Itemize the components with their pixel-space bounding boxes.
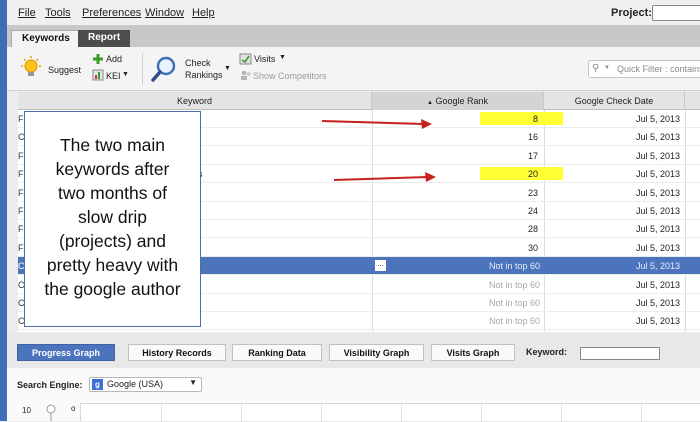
- check-rankings-button[interactable]: Check: [185, 58, 211, 68]
- kei-dropdown-icon[interactable]: ▼: [122, 71, 129, 78]
- google-icon: g: [92, 379, 103, 390]
- chevron-down-icon: ▼: [189, 378, 197, 387]
- tab-visibility-graph[interactable]: Visibility Graph: [329, 344, 424, 361]
- sort-ascending-icon: ▲: [426, 100, 433, 106]
- graph-y-tick: 10: [22, 406, 31, 415]
- callout-line: keywords after: [55, 159, 170, 179]
- zoom-slider-icon[interactable]: [46, 404, 56, 421]
- google-check-date-cell: Jul 5, 2013: [635, 279, 680, 290]
- column-google-rank[interactable]: ▲ Google Rank: [372, 92, 544, 110]
- menu-window[interactable]: Window: [145, 7, 184, 19]
- tab-report[interactable]: Report: [78, 30, 131, 47]
- check-rankings-label: Rankings: [185, 70, 223, 80]
- column-google-rank-label: Google Rank: [435, 96, 488, 106]
- google-check-date-cell: Jul 5, 2013: [635, 242, 680, 253]
- add-button[interactable]: Add: [106, 54, 122, 64]
- filter-dropdown-icon[interactable]: ▼: [604, 65, 610, 71]
- search-engine-label: Search Engine:: [17, 380, 83, 390]
- tab-keywords[interactable]: Keywords: [11, 30, 81, 47]
- google-check-date-cell: Jul 5, 2013: [635, 224, 680, 235]
- callout-line: slow drip: [77, 207, 148, 227]
- callout-line: two months of: [58, 183, 167, 203]
- callout-line: (projects) and: [59, 231, 166, 251]
- keyword-label: Keyword:: [526, 347, 568, 357]
- google-check-date-cell: Jul 5, 2013: [635, 261, 680, 272]
- google-rank-cell: Not in top 60: [488, 261, 540, 272]
- google-rank-cell: 8: [532, 114, 538, 124]
- google-check-date-cell: Jul 5, 2013: [635, 114, 680, 124]
- search-engine-select[interactable]: g Google (USA) ▼: [89, 377, 202, 392]
- google-rank-cell: 16: [527, 132, 538, 143]
- tab-ranking-data[interactable]: Ranking Data: [232, 344, 322, 361]
- tab-progress-graph[interactable]: Progress Graph: [17, 344, 115, 361]
- google-check-date-cell: Jul 5, 2013: [635, 169, 680, 180]
- google-rank-cell: 30: [527, 242, 538, 253]
- google-check-date-cell: Jul 5, 2013: [635, 132, 680, 143]
- search-icon: ⚲: [592, 63, 600, 74]
- google-rank-cell: Not in top 60: [488, 316, 540, 327]
- show-competitors-button[interactable]: Show Competitors: [253, 71, 327, 81]
- lightbulb-icon: [21, 56, 41, 76]
- menu-help[interactable]: Help: [192, 7, 215, 19]
- google-rank-cell: 23: [527, 187, 538, 198]
- arrow-annotation-rank-8: [321, 119, 432, 129]
- tab-bar: Keywords Report: [7, 26, 700, 47]
- project-label: Project:: [611, 7, 652, 19]
- check-dropdown-icon[interactable]: ▼: [224, 65, 231, 72]
- google-rank-cell: 28: [527, 224, 538, 235]
- graph-marker: o: [71, 404, 76, 413]
- google-check-date-cell: Jul 5, 2013: [635, 187, 680, 198]
- google-rank-cell: 17: [527, 150, 538, 161]
- suggest-button[interactable]: Suggest: [48, 65, 81, 75]
- column-google-check-date[interactable]: Google Check Date: [544, 92, 685, 110]
- google-rank-cell: 20: [527, 169, 538, 180]
- tab-visits-graph[interactable]: Visits Graph: [431, 344, 515, 361]
- plus-icon: [93, 54, 103, 64]
- arrow-annotation-rank-20: [333, 172, 436, 182]
- google-check-date-cell: Jul 5, 2013: [635, 298, 680, 308]
- menu-bar: File Tools Preferences Window Help Proje…: [7, 0, 700, 26]
- callout-line: the google author: [44, 279, 181, 299]
- visits-button[interactable]: Visits: [254, 54, 275, 64]
- quick-filter-placeholder: Quick Filter : contains: [617, 64, 700, 74]
- graph-tab-bar: Progress Graph History Records Ranking D…: [7, 334, 700, 368]
- toolbar: Suggest Add KEI ▼ Check Rankings ▼ Visit…: [7, 47, 700, 91]
- kei-button[interactable]: KEI: [106, 71, 121, 81]
- menu-tools[interactable]: Tools: [45, 7, 71, 19]
- toolbar-separator: [142, 53, 143, 85]
- left-accent-bar: [0, 0, 7, 421]
- ellipsis-button[interactable]: ...: [375, 260, 386, 272]
- keyword-selector[interactable]: [580, 347, 660, 360]
- search-engine-value: Google (USA): [107, 379, 164, 389]
- project-selector[interactable]: [652, 5, 700, 21]
- callout-line: pretty heavy with: [46, 255, 179, 275]
- annotation-callout: The two main keywords after two months o…: [24, 111, 201, 327]
- table-header: Keyword ▲ Google Rank Google Check Date: [18, 92, 700, 110]
- google-check-date-cell: Jul 5, 2013: [635, 206, 680, 216]
- quick-filter-input[interactable]: ⚲ ▼ Quick Filter : contains: [588, 60, 700, 78]
- kei-icon: [92, 69, 104, 81]
- visits-dropdown-icon[interactable]: ▼: [279, 54, 286, 61]
- google-rank-cell: Not in top 60: [488, 298, 540, 308]
- tab-history-records[interactable]: History Records: [128, 344, 226, 361]
- competitors-icon: [241, 70, 251, 80]
- magnifier-icon: [151, 56, 176, 82]
- callout-line: The two main: [59, 135, 166, 155]
- menu-preferences[interactable]: Preferences: [82, 7, 141, 19]
- visits-icon: [239, 53, 252, 65]
- google-rank-cell: Not in top 60: [488, 279, 540, 290]
- google-check-date-cell: Jul 5, 2013: [635, 316, 680, 327]
- menu-file[interactable]: File: [18, 7, 36, 19]
- google-rank-cell: 24: [527, 206, 538, 216]
- google-check-date-cell: Jul 5, 2013: [635, 150, 680, 161]
- progress-graph-area: [80, 403, 700, 422]
- column-keyword[interactable]: Keyword: [18, 92, 372, 110]
